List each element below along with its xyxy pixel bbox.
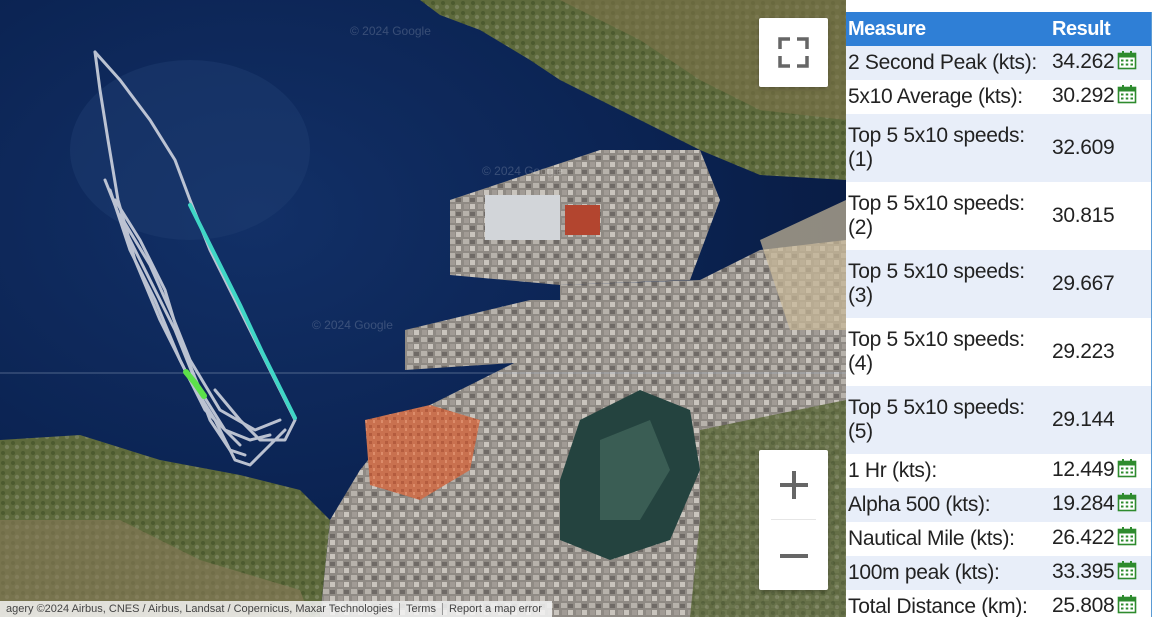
calendar-icon[interactable] <box>1117 458 1137 484</box>
table-row: Nautical Mile (kts): 26.422 <box>846 522 1151 556</box>
measure-cell: Top 5 5x10 speeds: (5) <box>846 386 1050 454</box>
results-panel: Measure Result 2 Second Peak (kts): 34.26… <box>846 0 1152 617</box>
map-watermark: © 2024 Google <box>482 164 563 178</box>
table-row: 2 Second Peak (kts): 34.262 <box>846 46 1151 80</box>
imagery-credit: agery ©2024 Airbus, CNES / Airbus, Lands… <box>6 603 393 615</box>
panel-top-gap <box>846 0 1152 12</box>
calendar-icon[interactable] <box>1117 84 1137 110</box>
measure-cell: Nautical Mile (kts): <box>846 522 1050 556</box>
result-cell: 30.815 <box>1050 182 1151 250</box>
table-row: Total Distance (km): 25.808 <box>846 590 1151 617</box>
measure-cell: Top 5 5x10 speeds: (2) <box>846 182 1050 250</box>
result-cell: 32.609 <box>1050 114 1151 182</box>
measure-header: Measure <box>846 12 1050 46</box>
minus-icon <box>779 553 808 558</box>
result-cell: 29.667 <box>1050 250 1151 318</box>
table-header-row: Measure Result <box>846 12 1151 46</box>
calendar-icon[interactable] <box>1117 50 1137 76</box>
calendar-icon[interactable] <box>1117 492 1137 518</box>
fullscreen-icon <box>778 37 809 68</box>
fullscreen-button[interactable] <box>759 18 828 87</box>
measure-cell: Top 5 5x10 speeds: (4) <box>846 318 1050 386</box>
terms-link[interactable]: Terms <box>400 603 442 615</box>
table-row: Alpha 500 (kts): 19.284 <box>846 488 1151 522</box>
result-value: 33.395 <box>1052 560 1115 583</box>
measure-cell: Top 5 5x10 speeds: (1) <box>846 114 1050 182</box>
table-row: Top 5 5x10 speeds: (1) 32.609 <box>846 114 1151 182</box>
map-watermark: © 2024 Google <box>312 318 393 332</box>
calendar-icon[interactable] <box>1117 526 1137 552</box>
calendar-icon[interactable] <box>1117 594 1137 617</box>
result-cell: 19.284 <box>1050 488 1151 522</box>
plus-icon <box>779 470 808 499</box>
result-cell: 33.395 <box>1050 556 1151 590</box>
table-row: Top 5 5x10 speeds: (4) 29.223 <box>846 318 1151 386</box>
result-value: 29.223 <box>1052 340 1115 363</box>
results-table: Measure Result 2 Second Peak (kts): 34.26… <box>846 12 1151 617</box>
report-map-error-link[interactable]: Report a map error <box>443 603 548 615</box>
result-value: 12.449 <box>1052 458 1115 481</box>
table-row: 5x10 Average (kts): 30.292 <box>846 80 1151 114</box>
result-value: 30.292 <box>1052 84 1115 107</box>
zoom-control <box>759 450 828 590</box>
result-cell: 29.144 <box>1050 386 1151 454</box>
result-cell: 25.808 <box>1050 590 1151 617</box>
map-attribution: agery ©2024 Airbus, CNES / Airbus, Lands… <box>0 601 552 617</box>
result-value: 34.262 <box>1052 50 1115 73</box>
result-value: 19.284 <box>1052 492 1115 515</box>
result-value: 26.422 <box>1052 526 1115 549</box>
table-row: Top 5 5x10 speeds: (3) 29.667 <box>846 250 1151 318</box>
measure-cell: Alpha 500 (kts): <box>846 488 1050 522</box>
result-value: 29.144 <box>1052 408 1115 431</box>
map-imagery <box>0 0 846 617</box>
measure-cell: 100m peak (kts): <box>846 556 1050 590</box>
result-value: 30.815 <box>1052 204 1115 227</box>
result-cell: 26.422 <box>1050 522 1151 556</box>
result-value: 25.808 <box>1052 594 1115 617</box>
result-cell: 29.223 <box>1050 318 1151 386</box>
zoom-divider <box>771 519 816 520</box>
table-row: 100m peak (kts): 33.395 <box>846 556 1151 590</box>
measure-cell: Top 5 5x10 speeds: (3) <box>846 250 1050 318</box>
result-value: 32.609 <box>1052 136 1115 159</box>
measure-cell: Total Distance (km): <box>846 590 1050 617</box>
result-header: Result <box>1050 12 1151 46</box>
map-watermark: © 2024 Google <box>350 24 431 38</box>
satellite-map[interactable]: © 2024 Google © 2024 Google © 2024 Googl… <box>0 0 846 617</box>
measure-cell: 1 Hr (kts): <box>846 454 1050 488</box>
result-cell: 30.292 <box>1050 80 1151 114</box>
calendar-icon[interactable] <box>1117 560 1137 586</box>
table-row: Top 5 5x10 speeds: (5) 29.144 <box>846 386 1151 454</box>
zoom-out-button[interactable] <box>759 521 828 590</box>
zoom-in-button[interactable] <box>759 450 828 519</box>
table-row: 1 Hr (kts): 12.449 <box>846 454 1151 488</box>
result-value: 29.667 <box>1052 272 1115 295</box>
table-row: Top 5 5x10 speeds: (2) 30.815 <box>846 182 1151 250</box>
measure-cell: 2 Second Peak (kts): <box>846 46 1050 80</box>
result-cell: 12.449 <box>1050 454 1151 488</box>
measure-cell: 5x10 Average (kts): <box>846 80 1050 114</box>
result-cell: 34.262 <box>1050 46 1151 80</box>
